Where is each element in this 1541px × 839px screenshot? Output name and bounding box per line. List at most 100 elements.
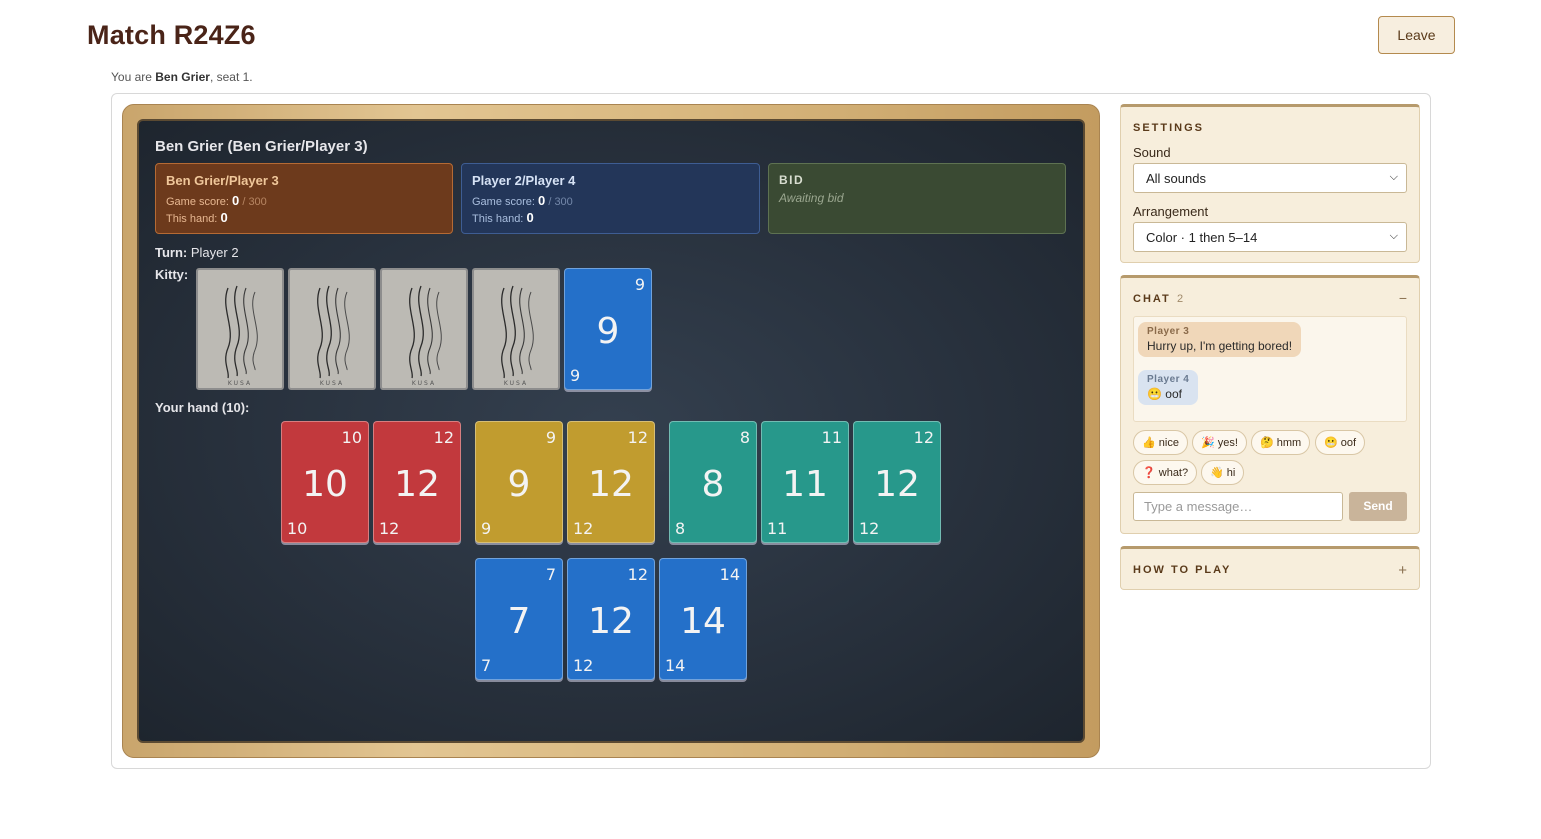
- card-corner-bottom: 12: [379, 519, 400, 538]
- page-title: Match R24Z6: [87, 20, 256, 50]
- turn-indicator: Turn: Player 2: [155, 245, 239, 260]
- face-down-card: KUSA: [288, 268, 376, 390]
- turn-label: Turn:: [155, 245, 188, 260]
- chat-log: Player 3 Hurry up, I'm getting bored! Pl…: [1133, 316, 1407, 422]
- card-center-value: 12: [588, 464, 634, 505]
- arrangement-select[interactable]: Color · 1 then 5–14 ⌵: [1133, 222, 1407, 252]
- how-to-play-panel[interactable]: HOW TO PLAY +: [1120, 546, 1420, 590]
- quick-reply-nice[interactable]: 👍 nice: [1133, 430, 1188, 455]
- team-name: Player 2/Player 4: [472, 173, 576, 188]
- hand-score-value: 0: [220, 210, 228, 225]
- card-back-brand: KUSA: [411, 380, 437, 387]
- chat-message-input[interactable]: Type a message…: [1133, 492, 1343, 521]
- card-center-value: 7: [507, 601, 531, 642]
- card-center-value: 12: [874, 464, 920, 505]
- bid-status: Awaiting bid: [779, 191, 844, 205]
- face-down-card: KUSA: [196, 268, 284, 390]
- expand-icon[interactable]: +: [1398, 562, 1407, 579]
- seat-prefix: You are: [111, 70, 156, 84]
- card-blue-12[interactable]: 12 12 12: [567, 558, 655, 680]
- card-center-value: 12: [394, 464, 440, 505]
- how-to-play-title: HOW TO PLAY: [1133, 564, 1232, 576]
- chat-count: 2: [1177, 293, 1184, 305]
- card-corner-top: 10: [341, 428, 362, 447]
- chevron-down-icon: ⌵: [1389, 171, 1398, 183]
- quick-reply-hi[interactable]: 👋 hi: [1201, 460, 1245, 485]
- card-back-pattern: [501, 285, 534, 379]
- card-corner-top: 12: [627, 428, 648, 447]
- chevron-down-icon: ⌵: [1389, 230, 1398, 242]
- game-score-label: Game score:: [472, 196, 535, 208]
- chat-message: Player 3 Hurry up, I'm getting bored!: [1138, 322, 1302, 357]
- card-blue-7[interactable]: 777: [475, 558, 563, 680]
- quick-reply-yes[interactable]: 🎉 yes!: [1192, 430, 1247, 455]
- settings-title: SETTINGS: [1133, 122, 1205, 134]
- card-corner-bottom: 12: [859, 519, 880, 538]
- card-corner-top: 12: [433, 428, 454, 447]
- sound-select[interactable]: All sounds ⌵: [1133, 163, 1407, 193]
- settings-panel: SETTINGS Sound All sounds ⌵ Arrangement C…: [1120, 104, 1420, 263]
- player-heading: Ben Grier (Ben Grier/Player 3): [155, 138, 368, 155]
- hand-score-line: This hand: 0: [166, 210, 442, 227]
- seat-info: You are Ben Grier, seat 1.: [111, 70, 253, 84]
- game-score-value: 0: [538, 193, 546, 208]
- game-score-value: 0: [232, 193, 240, 208]
- kitty-label: Kitty:: [155, 267, 189, 282]
- card-corner-top: 7: [545, 565, 556, 584]
- card-blue-14[interactable]: 14 14 14: [659, 558, 747, 680]
- face-down-card: KUSA: [380, 268, 468, 390]
- card-red-12[interactable]: 12 12 12: [373, 421, 461, 543]
- card-yellow-12[interactable]: 12 12 12: [567, 421, 655, 543]
- card-corner-top: 9: [545, 428, 556, 447]
- card-teal-8[interactable]: 888: [669, 421, 757, 543]
- card-back-brand: KUSA: [319, 380, 345, 387]
- hand-score-label: This hand:: [472, 213, 524, 225]
- face-down-card: KUSA: [472, 268, 560, 390]
- card-back-pattern: [225, 285, 258, 379]
- seat-suffix: , seat 1.: [209, 70, 253, 84]
- game-score-label: Game score:: [166, 196, 229, 208]
- hand-label: Your hand (10):: [155, 400, 250, 415]
- quick-reply-what[interactable]: ❓ what?: [1133, 460, 1198, 485]
- quick-reply-oof[interactable]: 😬 oof: [1315, 430, 1366, 455]
- card-back-pattern: [409, 285, 442, 379]
- card-teal-11[interactable]: 11 11 11: [761, 421, 849, 543]
- seat-player-name: Ben Grier: [155, 70, 210, 84]
- game-score-target: / 300: [242, 196, 267, 208]
- hand-score-value: 0: [526, 210, 534, 225]
- chat-panel: CHAT 2 − Player 3 Hurry up, I'm getting …: [1120, 275, 1420, 534]
- card-corner-top: 8: [739, 428, 750, 447]
- card-yellow-9[interactable]: 999: [475, 421, 563, 543]
- card-center-value: 9: [507, 464, 531, 505]
- bid-panel: BID Awaiting bid: [768, 163, 1066, 234]
- card-back-brand: KUSA: [227, 380, 253, 387]
- card-corner-bottom: 14: [665, 656, 686, 675]
- turn-player: Player 2: [190, 245, 239, 260]
- card-red-10[interactable]: 10 10 10: [281, 421, 369, 543]
- card-corner-bottom: 12: [573, 656, 594, 675]
- card-blue-9[interactable]: 999: [564, 268, 652, 390]
- card-corner-bottom: 8: [675, 519, 686, 538]
- chat-message: Player 4 😬 oof: [1138, 370, 1199, 405]
- game-score-line: Game score: 0 / 300: [166, 193, 442, 210]
- card-corner-bottom: 7: [481, 656, 492, 675]
- card-teal-12[interactable]: 12 12 12: [853, 421, 941, 543]
- card-corner-bottom: 12: [573, 519, 594, 538]
- card-corner-bottom: 11: [767, 519, 788, 538]
- team-name: Ben Grier/Player 3: [166, 173, 279, 188]
- hand-score-label: This hand:: [166, 213, 218, 225]
- send-button[interactable]: Send: [1349, 492, 1407, 521]
- collapse-icon[interactable]: −: [1399, 290, 1407, 306]
- leave-button[interactable]: Leave: [1378, 16, 1455, 54]
- team-score-panel-1: Ben Grier/Player 3 Game score: 0 / 300 T…: [155, 163, 453, 234]
- card-back-pattern: [317, 285, 350, 379]
- quick-reply-hmm[interactable]: 🤔 hmm: [1251, 430, 1311, 455]
- chat-text: Hurry up, I'm getting bored!: [1147, 339, 1293, 353]
- card-corner-top: 12: [913, 428, 934, 447]
- chat-title: CHAT: [1133, 293, 1171, 305]
- chat-author: Player 3: [1147, 326, 1190, 337]
- card-center-value: 12: [588, 601, 634, 642]
- card-center-value: 8: [701, 464, 725, 505]
- hand-score-line: This hand: 0: [472, 210, 749, 227]
- card-corner-bottom: 9: [570, 366, 581, 385]
